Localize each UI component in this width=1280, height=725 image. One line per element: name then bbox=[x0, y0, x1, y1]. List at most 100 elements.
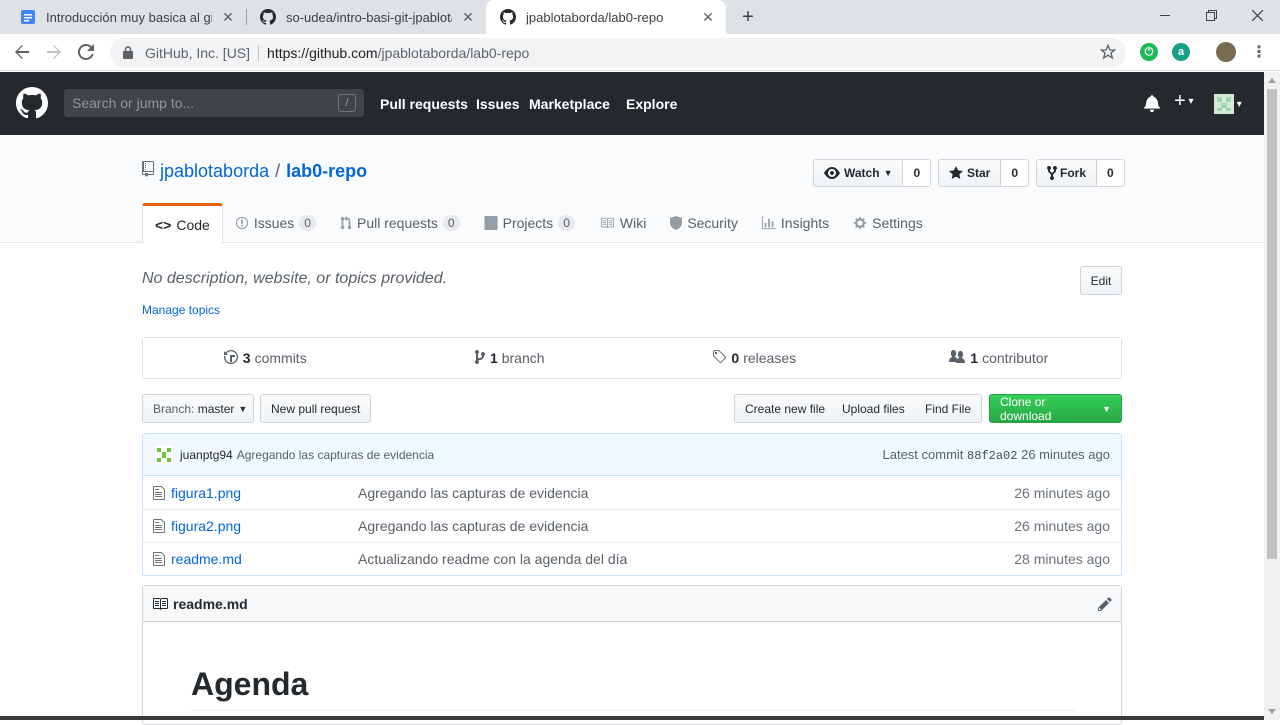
restore-icon[interactable] bbox=[1188, 0, 1234, 30]
releases-link[interactable]: 0 releases bbox=[632, 338, 877, 378]
browser-tab-1[interactable]: Introducción muy basica al git ✕ bbox=[6, 0, 246, 34]
nav-pull-requests[interactable]: Pull requests bbox=[380, 96, 468, 112]
file-age: 26 minutes ago bbox=[1014, 484, 1110, 501]
tab-pull-requests[interactable]: Pull requests 0 bbox=[328, 203, 472, 243]
tab-code[interactable]: <> Code bbox=[142, 203, 223, 244]
clone-or-download-button[interactable]: Clone or download ▼ bbox=[989, 394, 1122, 423]
manage-topics-link[interactable]: Manage topics bbox=[142, 303, 220, 317]
file-name-link[interactable]: readme.md bbox=[171, 551, 358, 567]
tab-label: Settings bbox=[872, 215, 923, 231]
branches-count: 1 bbox=[489, 350, 498, 366]
nav-issues[interactable]: Issues bbox=[476, 96, 520, 112]
commit-author-link[interactable]: juanptg94 bbox=[180, 448, 233, 462]
file-name-link[interactable]: figura1.png bbox=[171, 485, 358, 501]
commit-sha-link[interactable]: 88f2a02 bbox=[967, 449, 1017, 463]
file-row: figura2.png Agregando las capturas de ev… bbox=[143, 509, 1121, 542]
repo-owner-link[interactable]: jpablotaborda bbox=[160, 161, 269, 182]
bell-icon[interactable] bbox=[1144, 94, 1160, 115]
bookmark-star-icon[interactable] bbox=[1099, 43, 1117, 63]
readme-heading: Agenda bbox=[191, 666, 309, 702]
file-icon bbox=[143, 518, 171, 534]
github-header: Search or jump to... / Pull requests Iss… bbox=[0, 72, 1264, 135]
address-bar[interactable]: GitHub, Inc. [US] https://github.com/jpa… bbox=[110, 38, 1126, 67]
github-logo-icon[interactable] bbox=[16, 87, 49, 122]
people-icon bbox=[949, 349, 966, 368]
create-new-plus-icon[interactable]: + ▾ bbox=[1174, 90, 1194, 113]
file-age: 26 minutes ago bbox=[1014, 518, 1110, 534]
contributors-count: 1 bbox=[970, 350, 979, 366]
fork-label: Fork bbox=[1060, 166, 1087, 180]
latest-commit-info: Latest commit 88f2a02 26 minutes ago bbox=[883, 447, 1111, 463]
nav-explore[interactable]: Explore bbox=[626, 96, 677, 112]
new-pull-request-button[interactable]: New pull request bbox=[260, 394, 372, 423]
menu-dots-icon[interactable]: ⋮ bbox=[1250, 43, 1268, 61]
create-new-file-button[interactable]: Create new file bbox=[734, 394, 837, 423]
tab-settings[interactable]: Settings bbox=[841, 203, 935, 243]
extension-a-icon[interactable]: a bbox=[1172, 43, 1190, 61]
pulls-counter: 0 bbox=[442, 215, 460, 231]
browser-tab-3[interactable]: jpablotaborda/lab0-repo ✕ bbox=[486, 0, 726, 34]
forward-icon[interactable] bbox=[42, 40, 66, 64]
star-count[interactable]: 0 bbox=[1001, 159, 1030, 187]
user-avatar-icon[interactable]: ▾ bbox=[1214, 94, 1242, 117]
fork-count[interactable]: 0 bbox=[1097, 159, 1125, 187]
minimize-icon[interactable] bbox=[1142, 0, 1188, 30]
scroll-thumb[interactable] bbox=[1267, 89, 1277, 559]
close-icon[interactable]: ✕ bbox=[220, 9, 236, 25]
new-tab-icon[interactable]: + bbox=[736, 5, 760, 29]
github-search-input[interactable]: Search or jump to... / bbox=[64, 89, 364, 117]
back-icon[interactable] bbox=[10, 40, 34, 64]
close-window-icon[interactable] bbox=[1234, 0, 1280, 30]
tab-issues[interactable]: Issues 0 bbox=[223, 203, 328, 243]
scroll-up-icon[interactable] bbox=[1268, 78, 1276, 83]
branch-icon bbox=[474, 349, 485, 368]
star-button[interactable]: Star bbox=[938, 159, 1002, 187]
search-placeholder: Search or jump to... bbox=[72, 95, 195, 111]
tab-label: Projects bbox=[502, 215, 554, 231]
tab-title: Introducción muy basica al git bbox=[46, 9, 212, 25]
branches-link[interactable]: 1 branch bbox=[388, 338, 633, 378]
find-file-button[interactable]: Find File bbox=[915, 394, 983, 423]
scroll-down-icon[interactable] bbox=[1268, 709, 1276, 714]
contributors-label: contributor bbox=[982, 350, 1049, 366]
repo-description: No description, website, or topics provi… bbox=[142, 270, 448, 287]
clone-label: Clone or download bbox=[1000, 394, 1052, 423]
extension-power-icon[interactable]: ⏻ bbox=[1140, 43, 1158, 61]
branch-select-button[interactable]: Branch: master ▼ bbox=[142, 394, 254, 423]
profile-avatar[interactable] bbox=[1216, 42, 1236, 62]
edit-description-button[interactable]: Edit bbox=[1080, 266, 1122, 295]
file-commit-message[interactable]: Agregando las capturas de evidencia bbox=[358, 518, 1001, 534]
file-list: figura1.png Agregando las capturas de ev… bbox=[142, 476, 1122, 576]
page-scrollbar[interactable] bbox=[1264, 72, 1280, 720]
author-avatar[interactable] bbox=[155, 445, 173, 464]
watch-count[interactable]: 0 bbox=[903, 159, 932, 187]
nav-marketplace[interactable]: Marketplace bbox=[529, 96, 610, 112]
file-commit-message[interactable]: Agregando las capturas de evidencia bbox=[358, 485, 1001, 501]
tab-wiki[interactable]: Wiki bbox=[587, 203, 658, 243]
tab-insights[interactable]: Insights bbox=[750, 203, 841, 243]
file-commit-message[interactable]: Actualizando readme con la agenda del dí… bbox=[358, 551, 1001, 567]
browser-tab-2[interactable]: so-udea/intro-basi-git-jpablotab ✕ bbox=[246, 0, 486, 34]
releases-label: releases bbox=[743, 350, 797, 366]
watch-button[interactable]: Watch ▼ bbox=[813, 159, 904, 187]
repo-summary: 3 commits 1 branch 0 releases 1 contribu… bbox=[142, 337, 1122, 379]
upload-files-button[interactable]: Upload files bbox=[832, 394, 916, 423]
close-icon[interactable]: ✕ bbox=[700, 9, 716, 25]
contributors-link[interactable]: 1 contributor bbox=[877, 338, 1122, 378]
projects-counter: 0 bbox=[558, 215, 575, 231]
repo-name-link[interactable]: lab0-repo bbox=[286, 161, 367, 182]
repo-book-icon bbox=[142, 161, 154, 182]
file-name-link[interactable]: figura2.png bbox=[171, 518, 358, 534]
tab-projects[interactable]: Projects 0 bbox=[472, 203, 587, 243]
reload-icon[interactable] bbox=[74, 40, 98, 64]
commits-link[interactable]: 3 commits bbox=[143, 338, 388, 378]
fork-button[interactable]: Fork bbox=[1036, 159, 1098, 187]
close-icon[interactable]: ✕ bbox=[460, 9, 476, 25]
repo-header: jpablotaborda / lab0-repo Watch ▼ 0 Star… bbox=[0, 135, 1264, 244]
commit-message-link[interactable]: Agregando las capturas de evidencia bbox=[237, 448, 434, 462]
watch-label: Watch bbox=[844, 166, 880, 180]
star-group: Star 0 bbox=[938, 159, 1030, 187]
pencil-icon[interactable] bbox=[1098, 596, 1112, 615]
tab-security[interactable]: Security bbox=[658, 203, 750, 243]
repo-nav: <> Code Issues 0 Pull requests 0 Project… bbox=[142, 203, 935, 244]
